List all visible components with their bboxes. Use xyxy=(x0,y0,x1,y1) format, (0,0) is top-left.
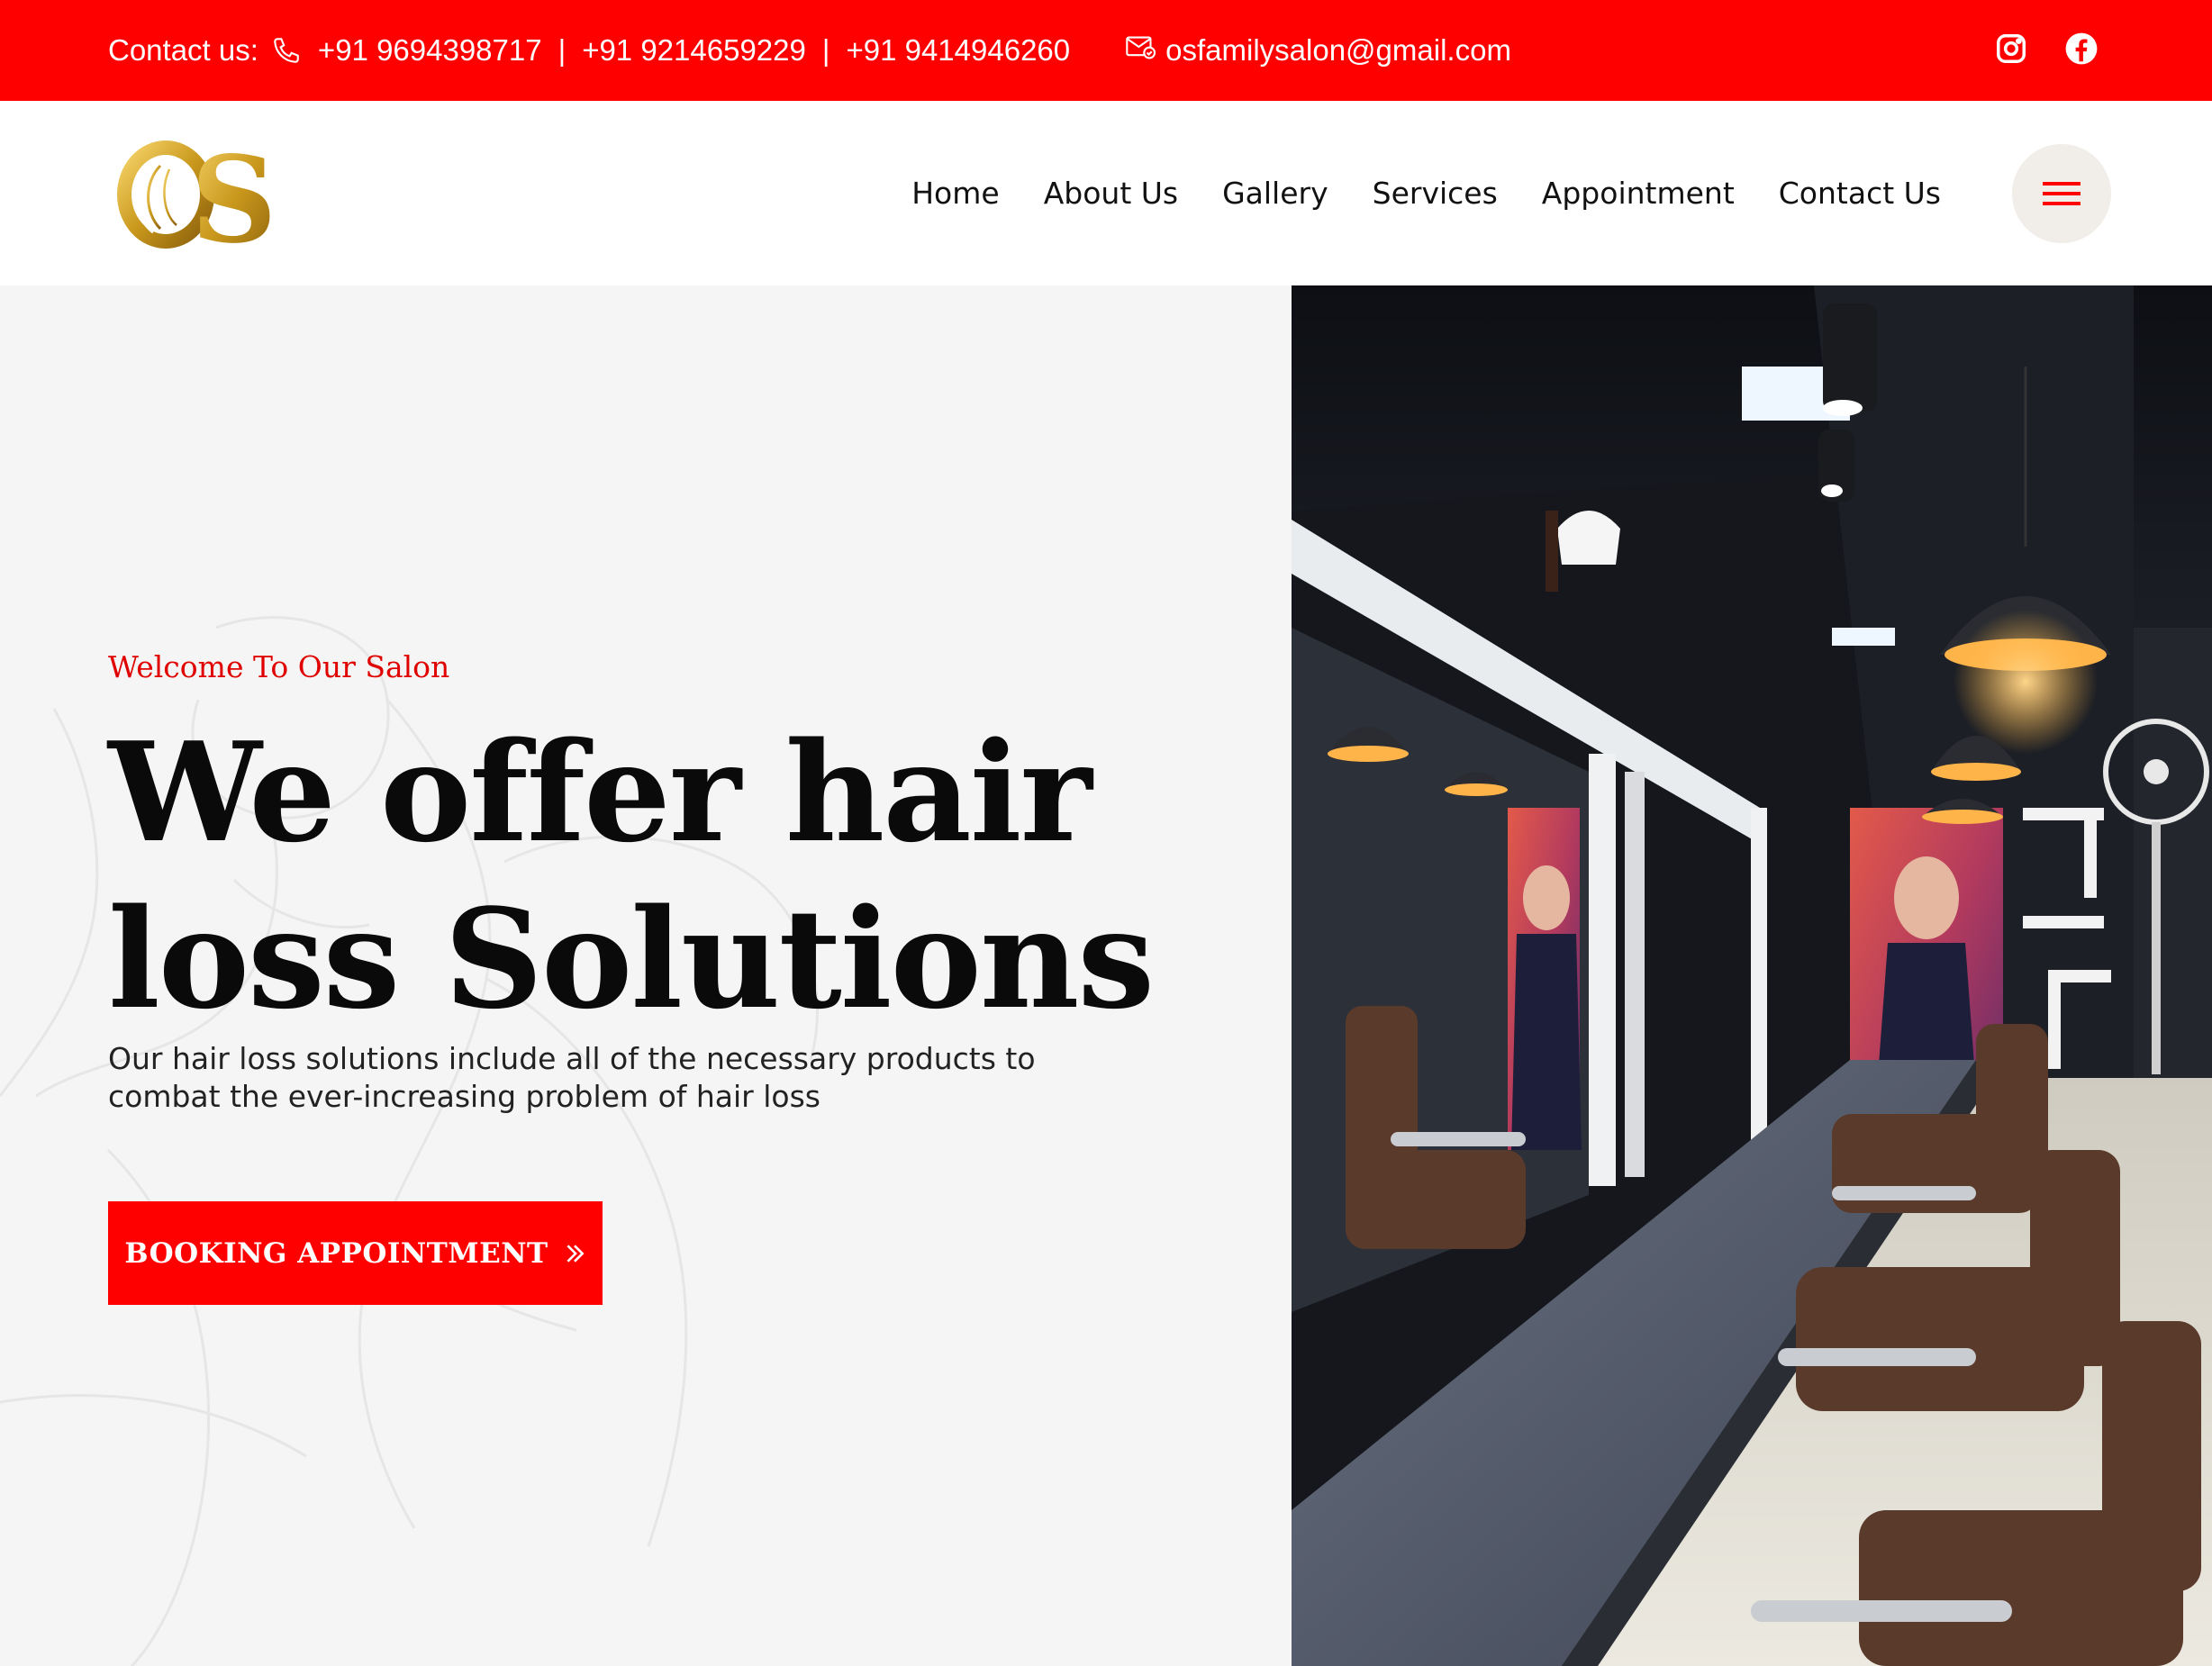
nav-home[interactable]: Home xyxy=(911,176,999,211)
nav-contact-us[interactable]: Contact Us xyxy=(1779,176,1941,211)
nav-appointment[interactable]: Appointment xyxy=(1542,176,1735,211)
phone-link-3[interactable]: +91 9414946260 xyxy=(846,33,1070,68)
nav-about-us[interactable]: About Us xyxy=(1044,176,1178,211)
top-contact-bar: Contact us: +91 9694398717 | +91 9214659… xyxy=(0,0,2212,101)
headline-line-1: We offer hair xyxy=(108,711,1092,873)
social-links xyxy=(1994,0,2099,101)
hero-eyebrow: Welcome To Our Salon xyxy=(108,649,450,684)
nav-gallery[interactable]: Gallery xyxy=(1222,176,1328,211)
main-nav: Home About Us Gallery Services Appointme… xyxy=(867,101,1941,285)
email-link[interactable]: osfamilysalon@gmail.com xyxy=(1126,33,1511,68)
phone-separator: | xyxy=(558,33,567,67)
contact-label: Contact us: xyxy=(108,33,258,67)
hamburger-icon xyxy=(2043,176,2081,212)
phone-icon xyxy=(271,35,302,66)
contact-info: Contact us: +91 9694398717 | +91 9214659… xyxy=(108,0,1511,101)
double-chevron-right-icon xyxy=(563,1242,586,1265)
instagram-icon[interactable] xyxy=(1994,32,2028,70)
hero-section: Welcome To Our Salon We offer hair loss … xyxy=(0,285,1292,1666)
email-text: osfamilysalon@gmail.com xyxy=(1165,33,1511,67)
phone-link-2[interactable]: +91 9214659229 xyxy=(582,33,806,68)
svg-text:S: S xyxy=(191,135,276,252)
site-logo[interactable]: S xyxy=(113,131,294,270)
phone-link-1[interactable]: +91 9694398717 xyxy=(318,33,542,68)
site-header: S Home About Us Gallery Services Appoint… xyxy=(0,101,2212,285)
facebook-icon[interactable] xyxy=(2064,32,2099,70)
salon-interior-photo xyxy=(1292,285,2212,1666)
hero-description: Our hair loss solutions include all of t… xyxy=(108,1041,1036,1114)
cta-label: BOOKING APPOINTMENT xyxy=(124,1236,548,1270)
booking-appointment-button[interactable]: BOOKING APPOINTMENT xyxy=(108,1201,603,1305)
headline-line-2: loss Solutions xyxy=(108,878,1155,1039)
menu-toggle-button[interactable] xyxy=(2012,144,2111,243)
hero-headline: We offer hair loss Solutions xyxy=(108,709,1189,1042)
mail-icon xyxy=(1126,33,1165,68)
phone-separator: | xyxy=(821,33,830,67)
nav-services[interactable]: Services xyxy=(1373,176,1498,211)
